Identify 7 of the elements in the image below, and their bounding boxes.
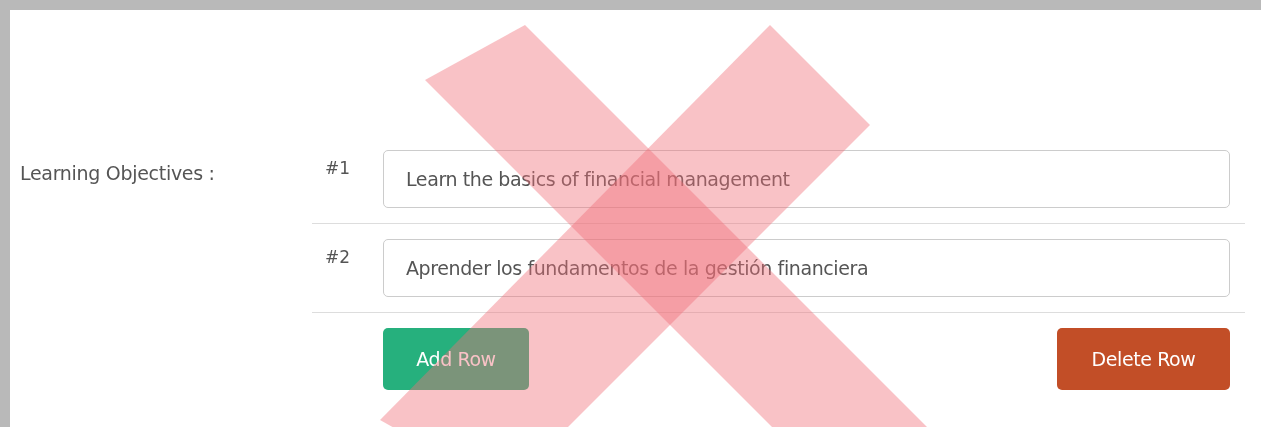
delete-row-button[interactable]: Delete Row bbox=[1057, 328, 1230, 390]
add-row-button[interactable]: Add Row bbox=[383, 328, 529, 390]
row-number: #1 bbox=[324, 157, 352, 180]
row-number: #2 bbox=[324, 246, 352, 269]
objective-input[interactable]: Aprender los fundamentos de la gestión financiera bbox=[383, 239, 1230, 297]
field-label: Learning Objectives : bbox=[20, 161, 216, 186]
objective-input[interactable]: Learn the basics of financial management bbox=[383, 150, 1230, 208]
